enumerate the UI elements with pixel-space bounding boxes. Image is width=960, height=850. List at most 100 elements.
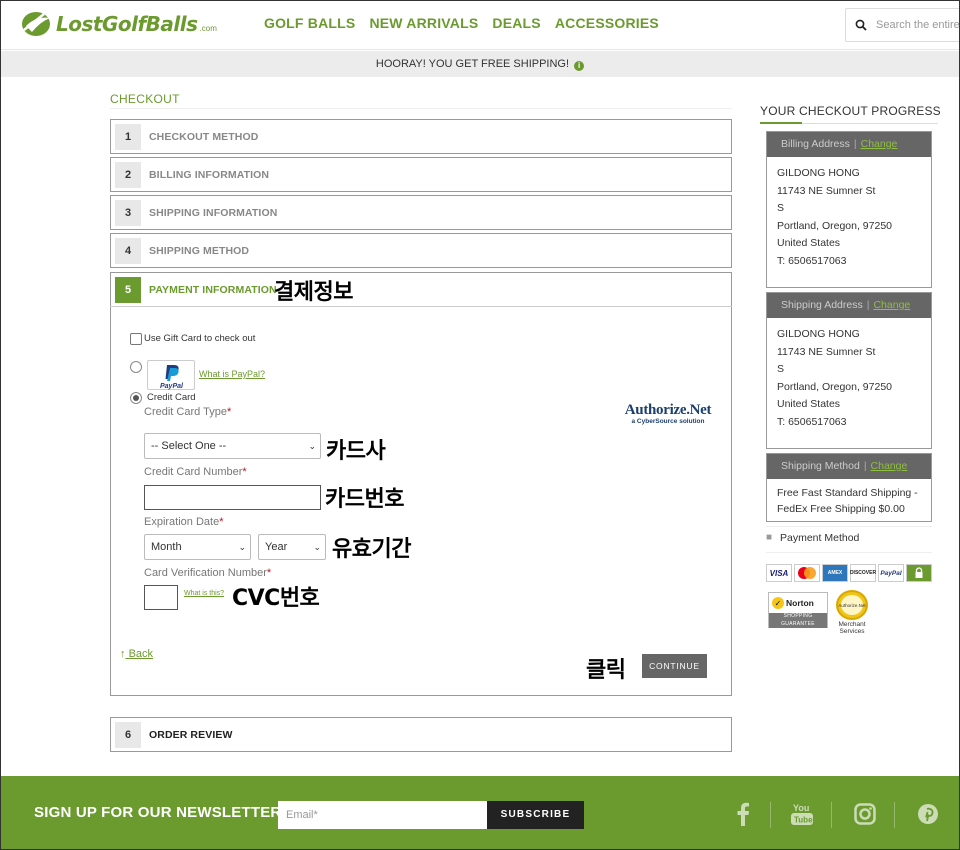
nav-deals[interactable]: DEALS xyxy=(492,15,540,31)
norton-text: Norton xyxy=(786,598,814,608)
payment-method-label: Payment Method xyxy=(780,532,860,544)
authorize-net-text: Authorize.Net xyxy=(624,402,712,418)
card-type-select[interactable]: -- Select One -- ⌄ xyxy=(144,433,321,459)
checkout-progress-title: YOUR CHECKOUT PROGRESS xyxy=(760,104,941,118)
site-logo[interactable]: LostGolfBalls .com xyxy=(20,8,217,40)
billing-address-heading: Billing Address | Change xyxy=(767,132,931,157)
step-label: PAYMENT INFORMATION xyxy=(149,283,277,296)
paypal-logo: PayPal xyxy=(147,360,195,390)
annotation-card-number: 카드번호 xyxy=(325,487,404,512)
step-number: 4 xyxy=(115,237,141,264)
annotation-card-company: 카드사 xyxy=(326,439,386,464)
golf-ball-logo-icon xyxy=(22,12,50,36)
youtube-icon[interactable]: You Tube xyxy=(787,798,817,830)
divider xyxy=(766,552,932,553)
norton-sub: SHOPPING GUARANTEE xyxy=(769,613,827,628)
what-is-paypal-link[interactable]: What is PayPal? xyxy=(199,369,265,379)
divider xyxy=(770,802,771,828)
annotation-click: 클릭 xyxy=(586,658,626,683)
newsletter-title: SIGN UP FOR OUR NEWSLETTER xyxy=(34,804,282,821)
authorize-net-logo: Authorize.Net a CyberSource solution xyxy=(618,402,718,425)
promo-text: HOORAY! YOU GET FREE SHIPPING! xyxy=(375,58,570,70)
shipping-address-heading: Shipping Address | Change xyxy=(767,293,931,318)
paypal-logo-text: PayPal xyxy=(160,383,184,390)
what-is-this-link[interactable]: What is this? xyxy=(184,590,224,597)
search-icon[interactable] xyxy=(846,19,876,31)
continue-button[interactable]: CONTINUE xyxy=(642,654,707,678)
amex-icon: AMEX xyxy=(822,564,848,582)
billing-change-link[interactable]: Change xyxy=(861,138,898,150)
step-label: ORDER REVIEW xyxy=(149,728,233,741)
divider xyxy=(110,306,732,307)
divider xyxy=(831,802,832,828)
nav-golf-balls[interactable]: GOLF BALLS xyxy=(264,15,355,31)
norton-shopping-guarantee-badge[interactable]: ✓ Norton SHOPPING GUARANTEE xyxy=(768,592,828,628)
chevron-down-icon: ⌄ xyxy=(313,541,321,552)
site-footer: SIGN UP FOR OUR NEWSLETTER SUBSCRIBE You… xyxy=(0,776,960,850)
step-order-review[interactable]: 6 ORDER REVIEW xyxy=(110,717,732,752)
paypal-card-icon: PayPal xyxy=(878,564,904,582)
card-number-label: Credit Card Number* xyxy=(144,466,247,478)
shipping-method-change-link[interactable]: Change xyxy=(871,460,908,472)
divider-accent xyxy=(760,122,802,124)
nav-accessories[interactable]: ACCESSORIES xyxy=(555,15,659,31)
logo-text: LostGolfBalls xyxy=(56,12,198,36)
paypal-radio[interactable] xyxy=(130,361,142,373)
billing-address-body: GILDONG HONG 11743 NE Sumner St S Portla… xyxy=(777,167,892,267)
newsletter-email-input[interactable] xyxy=(278,801,488,829)
annotation-payment-info: 결제정보 xyxy=(274,280,353,305)
card-number-input[interactable] xyxy=(144,485,321,510)
back-label: Back xyxy=(128,648,154,660)
authorize-net-sub: a CyberSource solution xyxy=(631,418,705,425)
bullet-icon: ■ xyxy=(766,532,773,543)
cvv-label: Card Verification Number* xyxy=(144,567,272,579)
svg-text:Tube: Tube xyxy=(794,816,813,825)
shipping-method-heading: Shipping Method | Change xyxy=(767,454,931,479)
shipping-method-box: Shipping Method | Change Free Fast Standar… xyxy=(766,453,932,522)
step-label: BILLING INFORMATION xyxy=(149,168,270,181)
shipping-address-box: Shipping Address | Change GILDONG HONG 117… xyxy=(766,292,932,449)
info-icon[interactable]: i xyxy=(574,61,585,71)
annotation-expiry: 유효기간 xyxy=(332,537,411,562)
cvv-input[interactable] xyxy=(144,585,178,610)
expiration-year-select[interactable]: Year ⌄ xyxy=(258,534,326,560)
shipping-change-link[interactable]: Change xyxy=(873,299,910,311)
year-value: Year xyxy=(265,541,288,553)
search-input[interactable] xyxy=(876,19,960,31)
pinterest-icon[interactable] xyxy=(913,798,943,830)
gift-card-checkbox[interactable] xyxy=(130,333,142,345)
svg-text:You: You xyxy=(793,803,809,813)
seal-text: Authorize.Net xyxy=(838,595,866,615)
step-shipping-method[interactable]: 4 SHIPPING METHOD xyxy=(110,233,732,268)
step-payment-information[interactable]: 5 PAYMENT INFORMATION xyxy=(110,272,732,307)
search-box xyxy=(845,8,960,42)
step-checkout-method[interactable]: 1 CHECKOUT METHOD xyxy=(110,119,732,154)
step-label: SHIPPING METHOD xyxy=(149,244,250,257)
nav-new-arrivals[interactable]: NEW ARRIVALS xyxy=(369,15,478,31)
subscribe-button[interactable]: SUBSCRIBE xyxy=(487,801,584,829)
credit-card-radio[interactable] xyxy=(130,392,142,404)
annotation-cvc: CVC번호 xyxy=(232,586,320,611)
divider xyxy=(766,526,932,527)
step-number: 5 xyxy=(115,276,141,303)
step-billing-information[interactable]: 2 BILLING INFORMATION xyxy=(110,157,732,192)
instagram-icon[interactable] xyxy=(850,798,880,830)
chevron-down-icon: ⌄ xyxy=(308,440,316,451)
expiration-month-select[interactable]: Month ⌄ xyxy=(144,534,251,560)
shipping-address-body: GILDONG HONG 11743 NE Sumner St S Portla… xyxy=(777,328,892,428)
discover-icon: DISCOVER xyxy=(850,564,876,582)
credit-card-label: Credit Card xyxy=(147,392,196,403)
step-shipping-information[interactable]: 3 SHIPPING INFORMATION xyxy=(110,195,732,230)
month-value: Month xyxy=(151,541,182,553)
lock-icon xyxy=(906,564,932,582)
authorize-net-merchant-seal[interactable]: Authorize.Net Merchant Services xyxy=(834,590,870,635)
facebook-icon[interactable] xyxy=(728,798,758,830)
card-type-value: -- Select One -- xyxy=(151,440,227,452)
visa-icon: VISA xyxy=(766,564,792,582)
back-link[interactable]: ↑ Back xyxy=(120,648,153,660)
card-type-label: Credit Card Type* xyxy=(144,406,232,418)
step-number: 2 xyxy=(115,161,141,188)
step-number: 6 xyxy=(115,721,141,748)
gift-card-label: Use Gift Card to check out xyxy=(144,333,256,344)
paypal-icon: PayPal xyxy=(160,365,184,390)
